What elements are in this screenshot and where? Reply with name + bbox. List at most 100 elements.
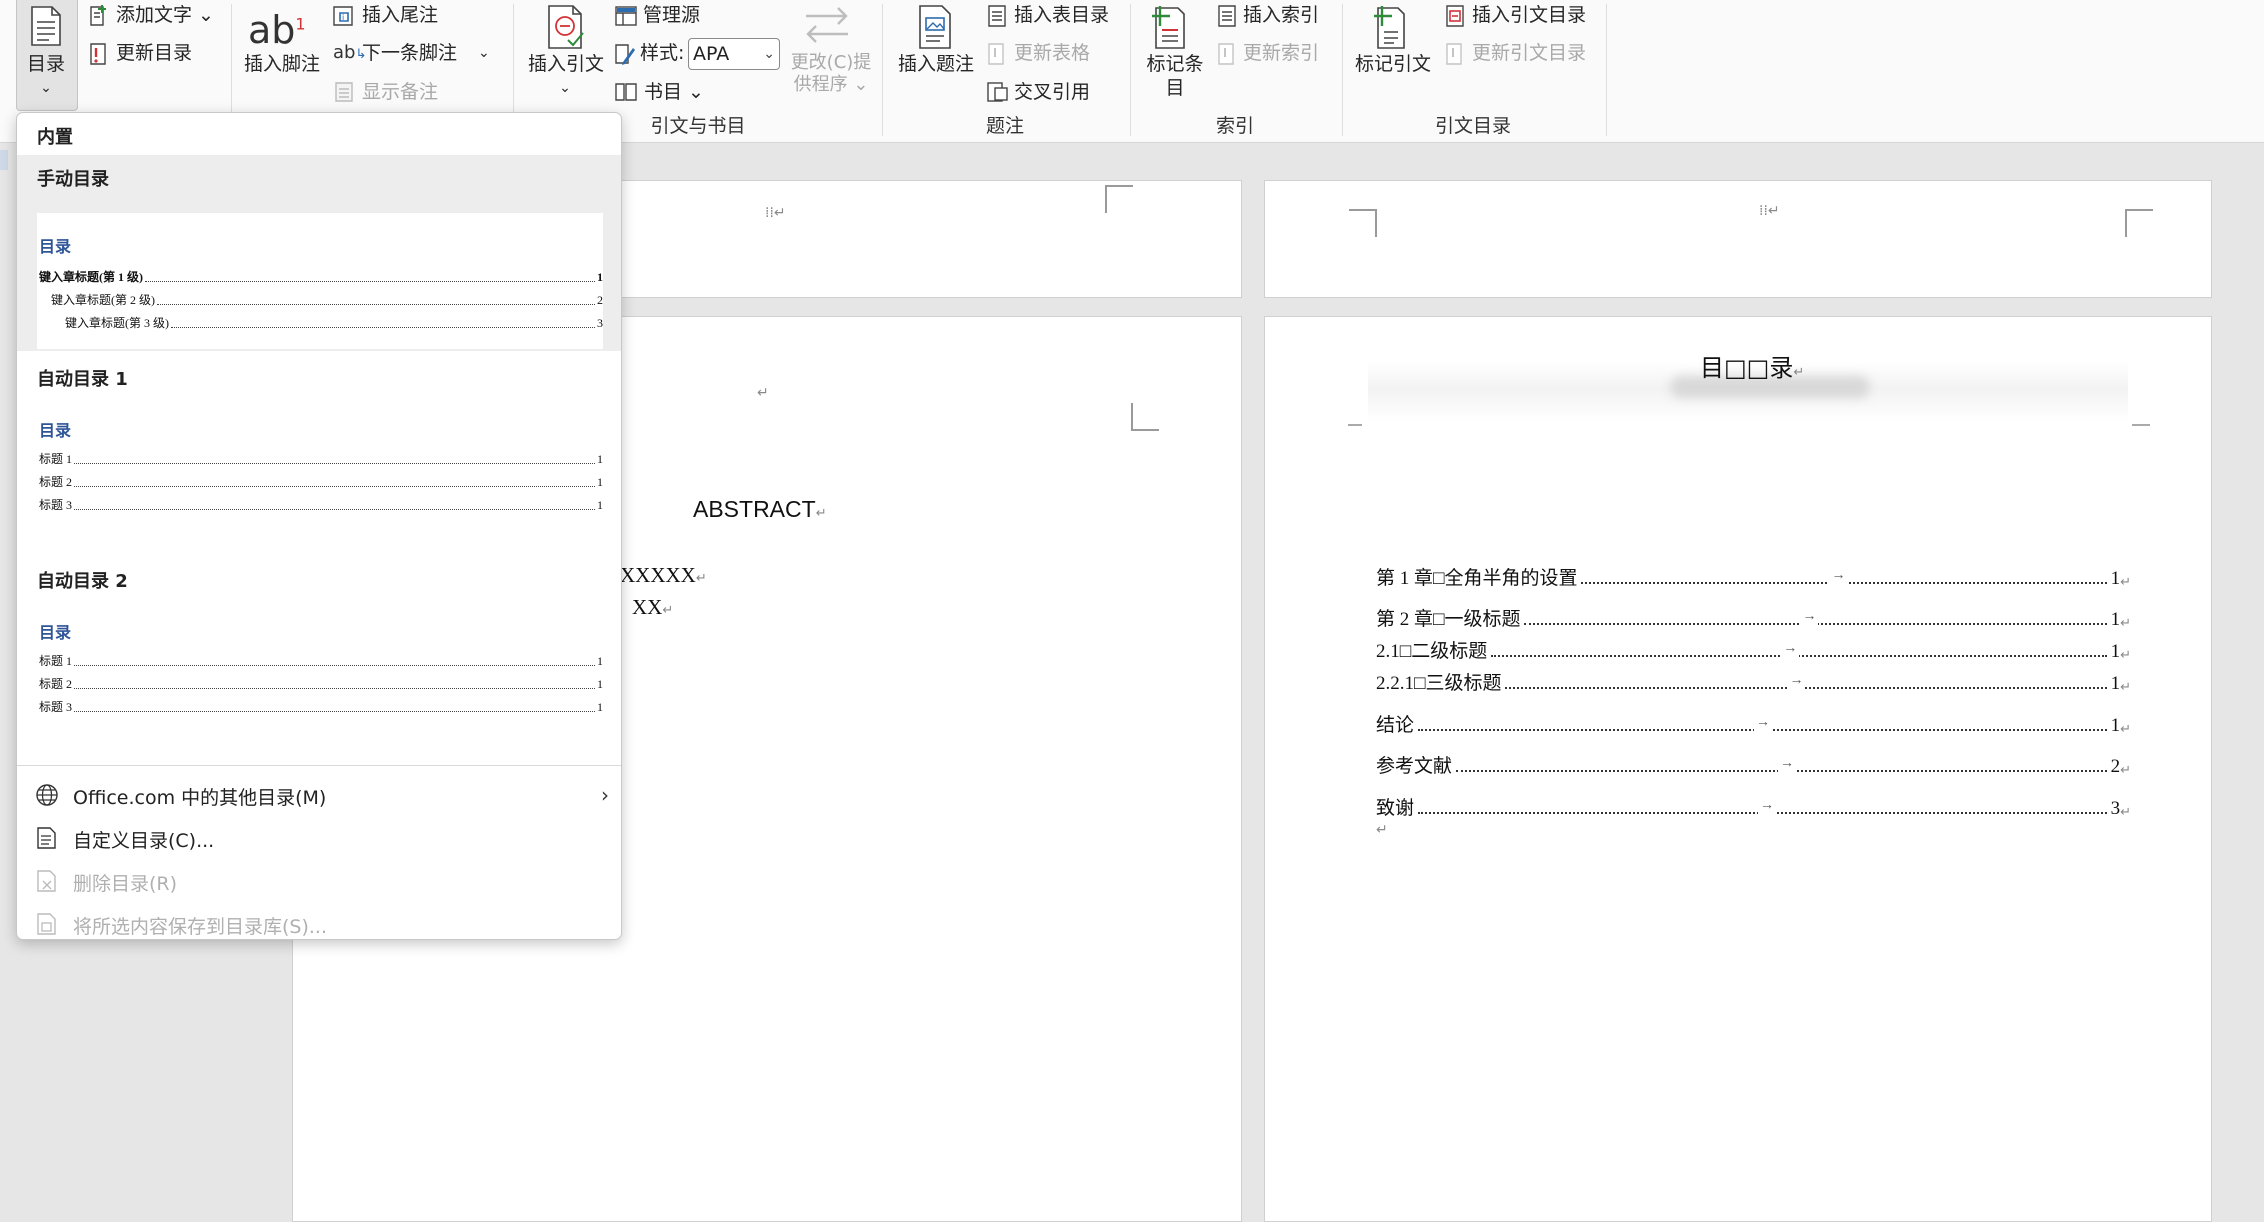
gallery-item-auto-toc-1[interactable]: 自动目录 1 目录 标题 11 标题 21 标题 31 [17,357,621,553]
insert-endnote-button[interactable]: 插入尾注 [362,2,438,28]
update-table-button[interactable]: 更新表格 [1014,40,1090,66]
margin-corner [1131,403,1159,431]
toc-entry[interactable]: 2.2.1□三级标题 → 1 ↵ [1376,667,2131,695]
section-mark: ⁞⁞↵ [1759,203,1780,219]
builtin-header: 内置 [37,127,73,148]
remove-document-icon [35,869,57,893]
toc-preview: 目录 标题 11 标题 21 标题 31 [37,615,603,739]
toa-group-label: 引文目录 [1434,115,1511,137]
menu-divider [17,765,621,766]
update-index-icon [1216,42,1238,66]
mark-entry-button[interactable]: 标记条目 [1140,52,1210,100]
preview-title: 目录 [39,239,72,256]
custom-toc-label: 自定义目录(C)... [73,830,215,852]
update-toa-icon [1444,42,1466,66]
toc-entry[interactable]: 致谢 → 3 ↵ [1376,792,2131,820]
next-footnote-button[interactable]: 下一条脚注 [362,40,457,66]
chevron-down-icon: ⌄ [40,80,52,96]
insert-citation-icon [546,4,586,50]
bibliography-icon [614,80,638,104]
nav-pane-edge [0,150,8,170]
group-divider [1606,4,1607,136]
style-select[interactable]: APA ⌄ [688,38,780,70]
insert-citation-button[interactable]: 插入引文 [528,52,604,76]
toc-entry[interactable]: 参考文献 → 2 ↵ [1376,750,2131,778]
add-text-button[interactable]: 添加文字 ⌄ [116,2,214,28]
abstract-line-2: XX↵ [632,595,674,619]
document-icon [35,826,57,850]
abstract-line-1: XXXXX↵ [620,563,707,587]
margin-corner [1349,209,1377,237]
update-toa-button[interactable]: 更新引文目录 [1472,40,1586,66]
margin-corner [2125,209,2153,237]
cross-reference-icon [986,80,1010,104]
remove-toc-item[interactable]: 删除目录(R) [17,861,621,903]
toc-entry[interactable]: 第 2 章□一级标题 → 1 ↵ [1376,603,2131,631]
insert-caption-icon [918,4,952,50]
preview-line: 标题 21 [39,475,603,489]
change-provider-icon [800,4,854,44]
custom-toc-item[interactable]: 自定义目录(C)... [17,818,621,860]
toc-preview: 目录 标题 11 标题 21 标题 31 [37,413,603,537]
insert-toa-button[interactable]: 插入引文目录 [1472,2,1586,28]
toc-label: 目录 [26,53,65,75]
chevron-down-icon: ⌄ [559,80,571,96]
mark-citation-button[interactable]: 标记引文 [1352,52,1434,76]
page-prev-right[interactable]: ⁞⁞↵ [1264,180,2212,298]
change-provider-button[interactable]: 更改(C)提供程序 ⌄ [786,52,876,96]
insert-caption-button[interactable]: 插入题注 [896,52,976,76]
update-toc-button[interactable]: 更新目录 [116,40,192,66]
add-text-icon [88,4,110,28]
gallery-item-auto-toc-2[interactable]: 自动目录 2 目录 标题 11 标题 21 标题 31 [17,559,621,755]
next-footnote-dropdown-icon[interactable]: ⌄ [478,40,490,66]
manage-sources-button[interactable]: 管理源 [643,2,700,28]
show-notes-button[interactable]: 显示备注 [362,79,438,105]
chevron-down-icon: ⌄ [763,46,775,62]
toc-preview: 目录 键入章标题(第 1 级) 1 键入章标题(第 2 级) 2 键入章标题(第 3… [37,213,603,349]
globe-icon [35,783,59,807]
remove-toc-label: 删除目录(R) [73,873,178,895]
margin-corner [1105,185,1133,213]
toc-entry[interactable]: 第 1 章□全角半角的设置 → 1 ↵ [1376,562,2131,590]
gallery-item-title: 自动目录 1 [37,369,128,390]
insert-footnote-icon: ab1 [248,8,306,52]
gallery-item-manual-toc[interactable]: 手动目录 目录 键入章标题(第 1 级) 1 键入章标题(第 2 级) 2 键入章标… [17,155,621,351]
abstract-title: ABSTRACT↵ [693,496,827,522]
save-to-gallery-label: 将所选内容保存到目录库(S)... [73,916,328,938]
preview-line: 键入章标题(第 3 级) 3 [65,316,603,330]
index-group-label: 索引 [1215,115,1254,137]
save-gallery-icon [35,912,57,936]
insert-index-button[interactable]: 插入索引 [1243,2,1319,28]
insert-footnote-button[interactable]: 插入脚注 [244,52,320,76]
insert-index-icon [1216,4,1238,28]
preview-line: 标题 31 [39,700,603,714]
save-to-gallery-item[interactable]: 将所选内容保存到目录库(S)... [17,904,621,939]
toc-gallery-menu: 内置 手动目录 目录 键入章标题(第 1 级) 1 键入章标题(第 2 级) 2 键… [16,112,622,940]
bibliography-button[interactable]: 书目 ⌄ [644,79,704,105]
margin-corner [1348,424,1362,426]
show-notes-icon [333,80,355,104]
preview-line: 标题 11 [39,452,603,466]
table-of-figures-icon [986,4,1008,28]
more-office-toc-item[interactable]: Office.com 中的其他目录(M) › [17,775,621,817]
paragraph-mark: ↵ [757,385,769,401]
toc-entry[interactable]: 结论 → 1 ↵ [1376,709,2131,737]
paragraph-mark: ↵ [1376,822,1388,838]
cross-reference-button[interactable]: 交叉引用 [1014,79,1090,105]
toc-icon [30,6,62,46]
group-divider [1342,4,1343,136]
style-label: 样式: [640,42,685,64]
gallery-item-title: 自动目录 2 [37,571,128,592]
captions-group-label: 题注 [985,115,1024,137]
insert-table-of-figures-button[interactable]: 插入表目录 [1014,2,1109,28]
toc-entry[interactable]: 2.1□二级标题 → 1 ↵ [1376,635,2131,663]
mark-entry-icon [1150,4,1186,50]
preview-line: 标题 11 [39,654,603,668]
update-toc-icon [88,42,110,66]
mark-citation-icon [1370,4,1410,50]
insert-endnote-icon: i [332,4,356,28]
toc-title: 目□□录↵ [1700,354,1805,382]
more-office-label: Office.com 中的其他目录(M) [73,787,327,809]
chevron-right-icon: › [601,783,609,807]
update-index-button[interactable]: 更新索引 [1243,40,1319,66]
